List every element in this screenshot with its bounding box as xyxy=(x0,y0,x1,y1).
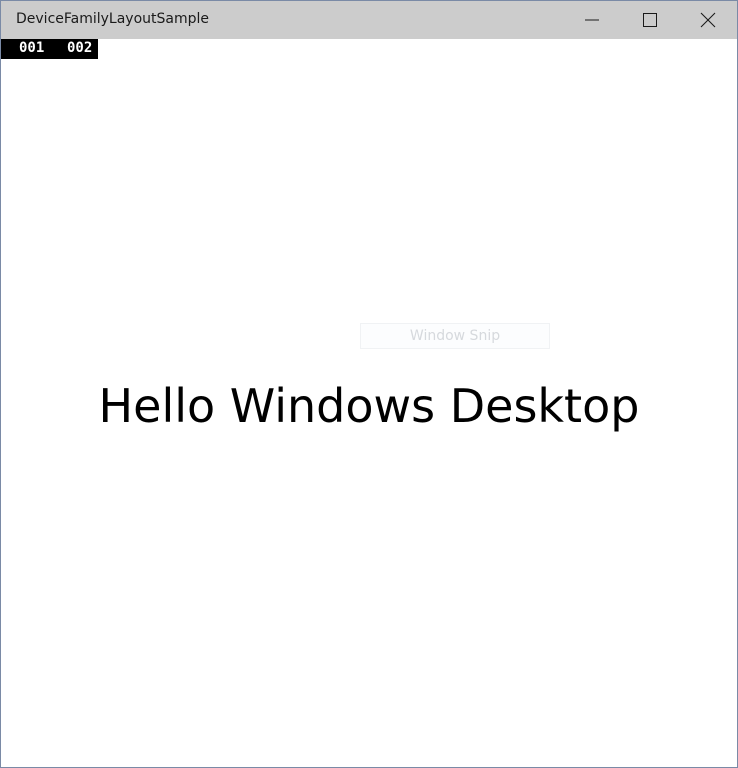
window-title: DeviceFamilyLayoutSample xyxy=(16,11,210,27)
maximize-icon xyxy=(642,12,658,28)
close-button[interactable] xyxy=(679,1,737,39)
app-window: DeviceFamilyLayoutSample 001 002 Window … xyxy=(0,0,738,768)
title-bar[interactable]: DeviceFamilyLayoutSample xyxy=(1,1,737,39)
maximize-button[interactable] xyxy=(621,1,679,39)
close-icon xyxy=(700,12,716,28)
frame-rate-counter: 001 002 xyxy=(1,39,98,59)
frame-counter-value-a: 001 xyxy=(19,40,45,56)
frame-counter-value-b: 002 xyxy=(67,40,93,56)
window-snip-overlay[interactable]: Window Snip xyxy=(360,323,550,349)
minimize-icon xyxy=(584,12,600,28)
minimize-button[interactable] xyxy=(563,1,621,39)
greeting-text: Hello Windows Desktop xyxy=(98,379,640,433)
